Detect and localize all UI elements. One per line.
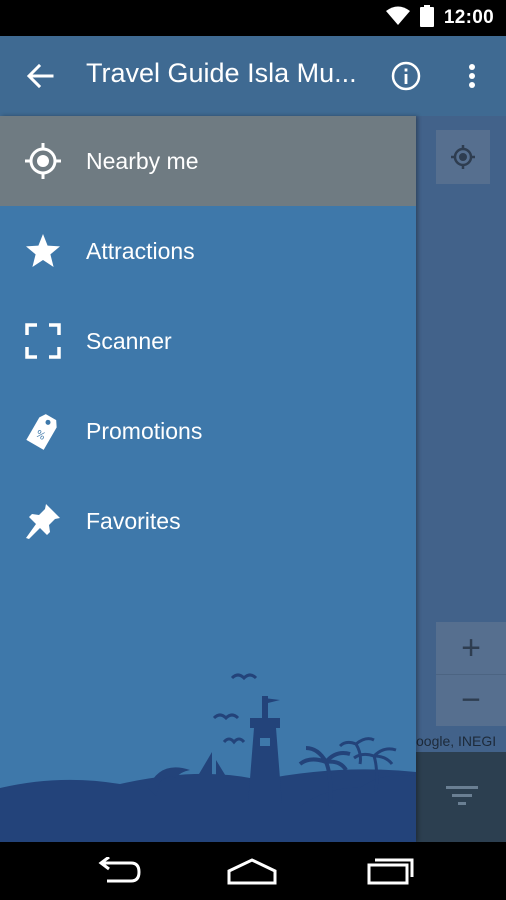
info-button[interactable] [386, 56, 426, 96]
recents-icon [367, 858, 414, 885]
more-options-button[interactable] [452, 56, 492, 96]
arrow-back-icon [26, 63, 54, 89]
back-button[interactable] [20, 56, 60, 96]
more-vert-icon [469, 64, 475, 88]
status-icons: 12:00 [385, 4, 494, 32]
map-view[interactable]: + − oogle, INEGI [416, 116, 506, 842]
nav-recents-button[interactable] [360, 851, 420, 891]
zoom-in-button[interactable]: + [436, 622, 506, 674]
map-attribution: oogle, INEGI [416, 733, 497, 749]
drawer-item-scanner[interactable]: Scanner [0, 296, 416, 386]
drawer-item-label: Promotions [86, 417, 203, 444]
nav-back-button[interactable] [88, 851, 148, 891]
status-bar: 12:00 [0, 0, 506, 36]
system-nav-bar [0, 842, 506, 900]
zoom-out-button[interactable]: − [436, 674, 506, 726]
drawer-item-label: Favorites [86, 507, 181, 534]
drawer-item-favorites[interactable]: Favorites [0, 476, 416, 566]
nav-home-button[interactable] [222, 851, 282, 891]
filter-icon [446, 786, 478, 805]
my-location-button[interactable] [436, 130, 490, 184]
gps-target-icon [0, 141, 86, 181]
drawer-illustration [0, 673, 416, 842]
app-bar: Travel Guide Isla Mu... [0, 36, 506, 116]
drawer-item-label: Attractions [86, 237, 195, 264]
star-icon [0, 232, 86, 270]
map-bottom-bar [416, 752, 506, 842]
status-time: 12:00 [443, 7, 494, 28]
drawer-item-label: Scanner [86, 327, 172, 354]
drawer-item-promotions[interactable]: % Promotions [0, 386, 416, 476]
app-title: Travel Guide Isla Mu... [86, 58, 357, 88]
info-icon [391, 61, 421, 91]
drawer-item-nearby-me[interactable]: Nearby me [0, 116, 416, 206]
wifi-icon [385, 6, 410, 31]
gps-target-icon [451, 145, 475, 169]
discount-tag-icon: % [0, 411, 86, 451]
pin-icon [0, 502, 86, 540]
navigation-drawer: Nearby me Attractions Scanner % Promotio… [0, 116, 416, 842]
battery-icon [419, 4, 434, 32]
drawer-item-label: Nearby me [86, 147, 199, 174]
scan-frame-icon [0, 323, 86, 359]
filter-button[interactable] [444, 780, 480, 810]
home-icon [227, 858, 277, 885]
drawer-item-attractions[interactable]: Attractions [0, 206, 416, 296]
back-icon [98, 857, 141, 883]
